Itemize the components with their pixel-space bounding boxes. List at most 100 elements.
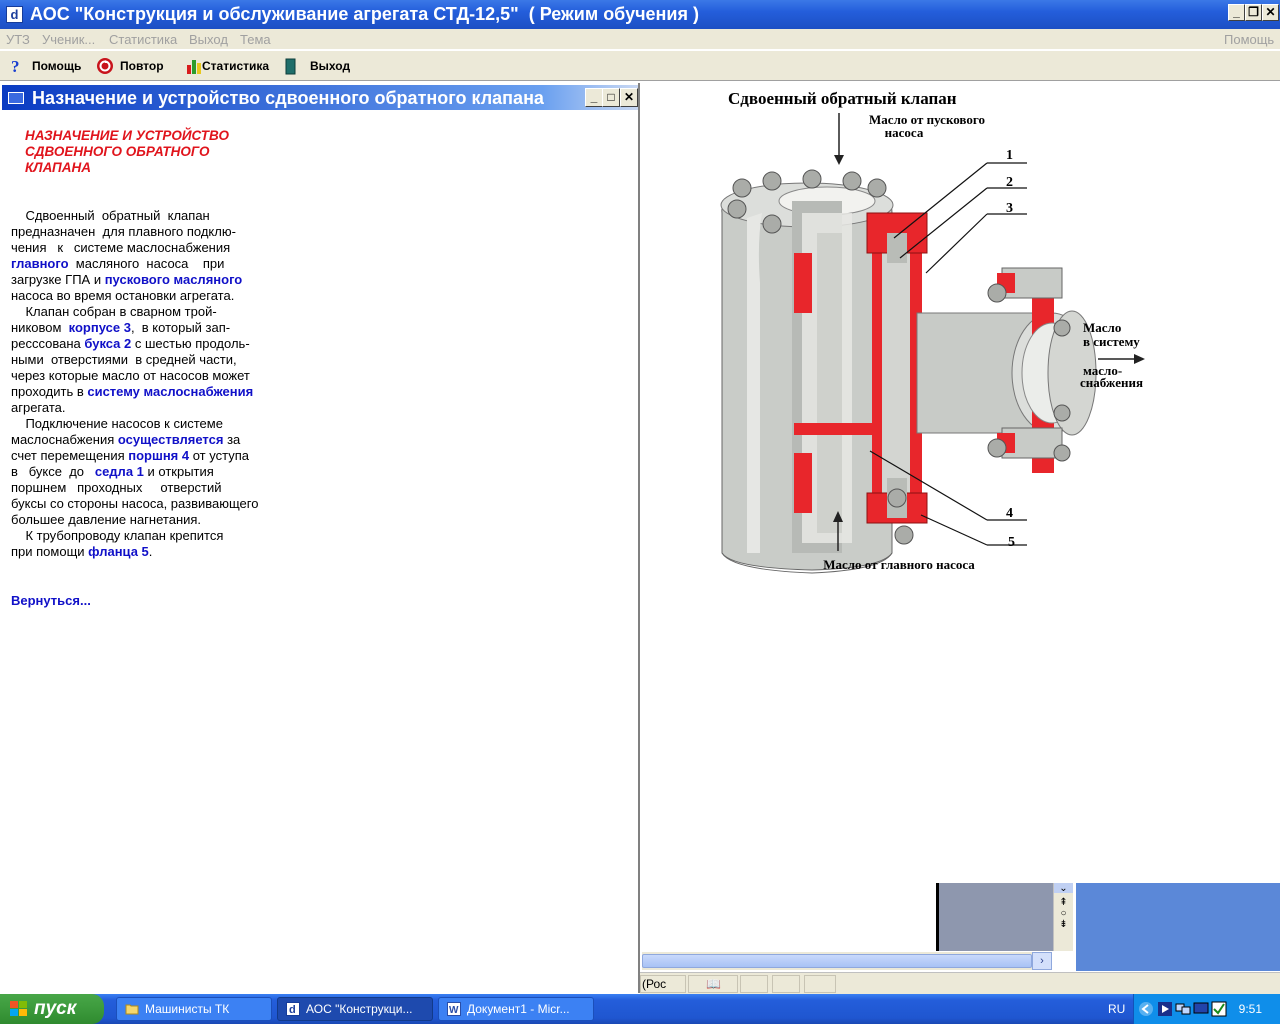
vertical-scrollbar[interactable]: ⌄ ⇞ ○ ⇟ xyxy=(1053,883,1073,951)
media-icon[interactable] xyxy=(1157,1001,1173,1017)
text-segment: агрегата. xyxy=(11,400,66,415)
label-to-system-4: снабжения xyxy=(1080,375,1143,390)
text-line: проходить в систему маслоснабжения xyxy=(11,384,301,400)
text-segment: при помощи xyxy=(11,544,89,559)
app-icon: d xyxy=(6,6,23,23)
menu-exit[interactable]: Выход xyxy=(189,32,228,47)
text-segment: Подключение насосов к системе xyxy=(11,416,223,431)
text-segment: через которые масло от насосов может xyxy=(11,368,250,383)
text-segment: от уступа xyxy=(189,448,249,463)
task-aos-label: АОС "Конструкци... xyxy=(306,1002,413,1016)
task-folder[interactable]: Машинисты ТК xyxy=(116,997,272,1021)
tray-expand-icon[interactable] xyxy=(1138,1001,1154,1017)
scroll-right-icon[interactable]: › xyxy=(1032,952,1052,970)
text-segment: ресссована xyxy=(11,336,85,351)
text-line: большее давление нагнетания. xyxy=(11,512,301,528)
text-line: агрегата. xyxy=(11,400,301,416)
scroll-up-icon[interactable]: ⌄ xyxy=(1054,883,1073,894)
menu-utz[interactable]: УТЗ xyxy=(6,32,30,47)
text-line: буксы со стороны насоса, развивающего xyxy=(11,496,301,512)
callout-3: 3 xyxy=(1006,201,1013,216)
text-segment: буксы со стороны насоса, развивающего xyxy=(11,496,259,511)
scroll-down-icon[interactable]: ⇟ xyxy=(1054,919,1073,930)
highlight-term: систему маслоснабжения xyxy=(87,384,254,399)
text-segment: масляного насоса при xyxy=(68,256,225,271)
description-text: Сдвоенный обратный клапан предназначен дл… xyxy=(11,208,301,560)
language-indicator[interactable]: RU xyxy=(1108,1002,1125,1016)
status-seg-4 xyxy=(772,975,800,993)
repeat-button[interactable]: Повтор xyxy=(96,55,164,77)
menu-topic[interactable]: Тема xyxy=(240,32,271,47)
restore-button[interactable]: ❐ xyxy=(1245,4,1262,21)
text-line: К трубопроводу клапан крепится xyxy=(11,528,301,544)
text-line: Подключение насосов к системе xyxy=(11,416,301,432)
svg-text:?: ? xyxy=(11,57,20,75)
title-bar: d АОС "Конструкция и обслуживание агрега… xyxy=(0,0,1280,29)
text-segment: поршнем проходных отверстий xyxy=(11,480,222,495)
description-window-title: Назначение и устройство сдвоенного обрат… xyxy=(32,88,544,108)
start-label: пуск xyxy=(34,998,77,1019)
network-icon[interactable] xyxy=(1175,1001,1191,1017)
help-button[interactable]: ? Помощь xyxy=(8,55,81,77)
svg-text:d: d xyxy=(289,1004,296,1016)
monitor-icon[interactable] xyxy=(1193,1001,1209,1017)
text-line: главного масляного насоса при xyxy=(11,256,301,272)
toolbar: ? Помощь Повтор Статистика Выход xyxy=(0,50,1280,81)
child-close-button[interactable]: ✕ xyxy=(620,88,638,107)
embedded-panel xyxy=(936,883,1053,951)
valve-diagram: Сдвоенный обратный клапан Масло от пуско… xyxy=(720,89,1145,574)
text-segment: . xyxy=(148,544,153,559)
book-icon: 📖 xyxy=(688,975,738,993)
door-icon xyxy=(285,58,296,75)
outlet-arrowhead xyxy=(1134,354,1145,364)
description-window: Назначение и устройство сдвоенного обрат… xyxy=(0,83,640,993)
text-line: ными отверстиями в средней части, xyxy=(11,352,301,368)
exit-button[interactable]: Выход xyxy=(282,55,350,77)
window-icon xyxy=(8,92,24,104)
menu-student[interactable]: Ученик... xyxy=(42,32,95,47)
scroll-dot-icon: ⇞ xyxy=(1059,897,1068,908)
heading-line: СДВОЕННОГО ОБРАТНОГО xyxy=(25,144,210,159)
task-folder-label: Машинисты ТК xyxy=(145,1002,230,1016)
word-icon: W xyxy=(447,1002,461,1016)
text-segment: за xyxy=(223,432,241,447)
description-window-titlebar: Назначение и устройство сдвоенного обрат… xyxy=(2,85,638,110)
text-line: через которые масло от насосов может xyxy=(11,368,301,384)
task-word[interactable]: W Документ1 - Micr... xyxy=(438,997,594,1021)
text-segment: Клапан собран в сварном трой- xyxy=(11,304,217,319)
check-icon[interactable] xyxy=(1211,1001,1227,1017)
label-starting-pump-2: насоса xyxy=(885,125,924,140)
text-segment: ными отверстиями в средней части, xyxy=(11,352,237,367)
menu-help[interactable]: Помощь xyxy=(1224,32,1274,47)
section-heading: НАЗНАЧЕНИЕ И УСТРОЙСТВО СДВОЕННОГО ОБРАТ… xyxy=(25,128,229,176)
scroll-thumb[interactable] xyxy=(642,954,1032,968)
text-segment: , в который зап- xyxy=(130,320,231,335)
task-aos[interactable]: d АОС "Конструкци... xyxy=(277,997,433,1021)
exit-label: Выход xyxy=(310,59,351,73)
back-link[interactable]: Вернуться... xyxy=(11,593,91,608)
text-segment: К трубопроводу клапан крепится xyxy=(11,528,224,543)
valve-body xyxy=(720,169,1097,574)
close-button[interactable]: ✕ xyxy=(1262,4,1279,21)
text-segment: счет перемещения xyxy=(11,448,129,463)
horizontal-scrollbar[interactable]: › xyxy=(642,952,1052,970)
text-segment: и открытия xyxy=(143,464,214,479)
menu-statistics[interactable]: Статистика xyxy=(109,32,177,47)
child-maximize-button[interactable]: □ xyxy=(602,88,620,107)
label-to-system-1: Масло xyxy=(1083,320,1121,335)
child-minimize-button[interactable]: _ xyxy=(585,88,603,107)
text-segment: насоса во время остановки агрегата. xyxy=(11,288,235,303)
clock: 9:51 xyxy=(1238,1002,1262,1016)
status-seg-3 xyxy=(740,975,768,993)
highlight-term: поршня 4 xyxy=(128,448,190,463)
callout-5: 5 xyxy=(1008,535,1015,550)
text-segment: предназначен для плавного подклю- xyxy=(11,224,236,239)
highlight-term: фланца 5 xyxy=(88,544,149,559)
text-segment: с шестью продоль- xyxy=(131,336,250,351)
text-line: предназначен для плавного подклю- xyxy=(11,224,301,240)
text-segment: в буксе до xyxy=(11,464,95,479)
heading-line: НАЗНАЧЕНИЕ И УСТРОЙСТВО xyxy=(25,128,229,143)
statistics-button[interactable]: Статистика xyxy=(186,55,269,77)
start-button[interactable]: пуск xyxy=(0,994,104,1024)
minimize-button[interactable]: _ xyxy=(1228,4,1245,21)
